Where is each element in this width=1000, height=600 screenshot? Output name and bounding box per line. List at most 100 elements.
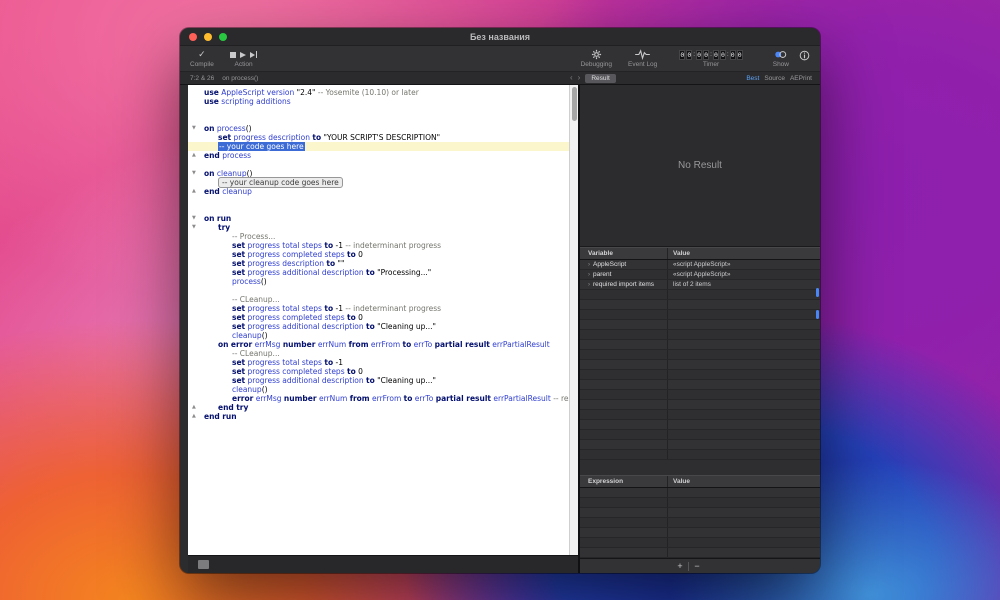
editor-pane: use AppleScript version "2.4" -- Yosemit… xyxy=(180,85,578,573)
disclosure-icon[interactable]: › xyxy=(588,272,590,278)
row-value-cell xyxy=(668,290,820,299)
variable-column-header[interactable]: Variable xyxy=(580,248,668,259)
compile-button[interactable]: ✓ Compile xyxy=(190,49,214,68)
run-icon[interactable] xyxy=(240,52,246,58)
run-app-icon[interactable] xyxy=(250,51,258,58)
table-controls: + − xyxy=(580,558,820,573)
code-line[interactable]: cleanup() xyxy=(188,385,569,394)
code-line[interactable]: -- your cleanup code goes here xyxy=(188,178,569,187)
table-row[interactable]: ›parent«script AppleScript» xyxy=(580,270,820,280)
code-line[interactable]: ▲end cleanup xyxy=(188,187,569,196)
code-line[interactable]: set progress completed steps to 0 xyxy=(188,367,569,376)
disclosure-triangle-icon[interactable]: ▼ xyxy=(192,223,204,232)
code-line[interactable] xyxy=(188,160,569,169)
code-text xyxy=(204,115,206,124)
back-arrow-icon[interactable]: ‹ xyxy=(570,73,573,83)
code-line[interactable]: set progress additional description to "… xyxy=(188,322,569,331)
code-line[interactable]: set progress total steps to -1 -- indete… xyxy=(188,304,569,313)
code-line[interactable]: -- CLeanup... xyxy=(188,295,569,304)
gutter-space xyxy=(192,196,204,205)
show-button[interactable]: Show xyxy=(773,49,789,68)
code-line[interactable]: ▲end process xyxy=(188,151,569,160)
toolbar: ✓ Compile Action xyxy=(180,46,820,72)
disclosure-triangle-icon[interactable]: ▼ xyxy=(192,169,204,178)
zoom-button[interactable] xyxy=(219,33,227,41)
script-editor-window: Без названия ✓ Compile Action xyxy=(180,28,820,573)
disclosure-icon[interactable]: › xyxy=(588,262,590,268)
disclosure-triangle-icon[interactable]: ▲ xyxy=(192,412,204,421)
code-line[interactable]: use scripting additions xyxy=(188,97,569,106)
window-controls xyxy=(189,33,227,41)
code-line[interactable]: error errMsg number errNum from errFrom … xyxy=(188,394,569,403)
code-line[interactable]: set progress additional description to "… xyxy=(188,376,569,385)
editor-horizontal-scrollbar[interactable] xyxy=(188,555,578,573)
code-line[interactable]: set progress completed steps to 0 xyxy=(188,313,569,322)
view-mode-best[interactable]: Best xyxy=(746,75,759,82)
table-row[interactable]: ›required import itemslist of 2 items xyxy=(580,280,820,290)
code-line[interactable]: set progress total steps to -1 xyxy=(188,358,569,367)
table-row[interactable]: ›AppleScript«script AppleScript» xyxy=(580,260,820,270)
table-row xyxy=(580,340,820,350)
minimize-button[interactable] xyxy=(204,33,212,41)
gutter-space xyxy=(192,286,204,295)
code-line[interactable] xyxy=(188,196,569,205)
code-line[interactable]: set progress completed steps to 0 xyxy=(188,250,569,259)
disclosure-triangle-icon[interactable]: ▲ xyxy=(192,403,204,412)
editor-vertical-scrollbar[interactable] xyxy=(569,85,578,555)
add-expression-button[interactable]: + xyxy=(672,560,688,573)
variables-table[interactable]: ›AppleScript«script AppleScript»›parent«… xyxy=(580,260,820,475)
code-line[interactable]: ▼on run xyxy=(188,214,569,223)
code-line[interactable]: ▲end try xyxy=(188,403,569,412)
code-line[interactable] xyxy=(188,106,569,115)
code-line[interactable] xyxy=(188,115,569,124)
code-line[interactable]: -- Process... xyxy=(188,232,569,241)
code-editor[interactable]: use AppleScript version "2.4" -- Yosemit… xyxy=(188,85,569,555)
table-row xyxy=(580,508,820,518)
code-line[interactable] xyxy=(188,286,569,295)
forward-arrow-icon[interactable]: › xyxy=(578,73,581,83)
result-tab[interactable]: Result xyxy=(585,74,615,83)
code-line[interactable]: set progress description to "YOUR SCRIPT… xyxy=(188,133,569,142)
remove-expression-button[interactable]: − xyxy=(689,560,705,573)
code-line[interactable]: -- your code goes here xyxy=(188,142,569,151)
debugging-button[interactable]: Debugging xyxy=(581,49,612,68)
code-line[interactable]: ▼on process() xyxy=(188,124,569,133)
code-line[interactable]: use AppleScript version "2.4" -- Yosemit… xyxy=(188,88,569,97)
code-text: end process xyxy=(204,151,251,160)
close-button[interactable] xyxy=(189,33,197,41)
event-log-label: Event Log xyxy=(628,61,657,68)
disclosure-triangle-icon[interactable]: ▼ xyxy=(192,214,204,223)
vertical-scrollbar-thumb[interactable] xyxy=(572,87,577,121)
disclosure-triangle-icon[interactable]: ▼ xyxy=(192,124,204,133)
info-button[interactable] xyxy=(799,50,810,61)
disclosure-triangle-icon[interactable]: ▲ xyxy=(192,151,204,160)
stop-icon[interactable] xyxy=(230,52,236,58)
code-line[interactable]: cleanup() xyxy=(188,331,569,340)
event-log-button[interactable]: Event Log xyxy=(628,49,657,68)
code-line[interactable]: -- CLeanup... xyxy=(188,349,569,358)
expression-column-header[interactable]: Expression xyxy=(580,476,668,487)
code-line[interactable]: set progress total steps to -1 -- indete… xyxy=(188,241,569,250)
code-line[interactable]: on error errMsg number errNum from errFr… xyxy=(188,340,569,349)
titlebar[interactable]: Без названия xyxy=(180,28,820,46)
code-line[interactable]: ▼try xyxy=(188,223,569,232)
disclosure-icon[interactable]: › xyxy=(588,282,590,288)
row-value-cell xyxy=(668,430,820,439)
window-content: use AppleScript version "2.4" -- Yosemit… xyxy=(180,85,820,573)
row-name-cell xyxy=(580,528,668,537)
gutter-space xyxy=(192,232,204,241)
gutter-space xyxy=(192,205,204,214)
code-line[interactable] xyxy=(188,205,569,214)
code-line[interactable]: process() xyxy=(188,277,569,286)
view-mode-source[interactable]: Source xyxy=(764,75,785,82)
code-text: set progress total steps to -1 -- indete… xyxy=(204,304,441,313)
horizontal-scrollbar-thumb[interactable] xyxy=(198,560,209,569)
value-column-header[interactable]: Value xyxy=(668,248,820,259)
code-line[interactable]: set progress additional description to "… xyxy=(188,268,569,277)
expression-table[interactable] xyxy=(580,488,820,558)
code-line[interactable]: set progress description to "" xyxy=(188,259,569,268)
value-column-header[interactable]: Value xyxy=(668,476,820,487)
view-mode-aeprint[interactable]: AEPrint xyxy=(790,75,812,82)
code-line[interactable]: ▲end run xyxy=(188,412,569,421)
disclosure-triangle-icon[interactable]: ▲ xyxy=(192,187,204,196)
